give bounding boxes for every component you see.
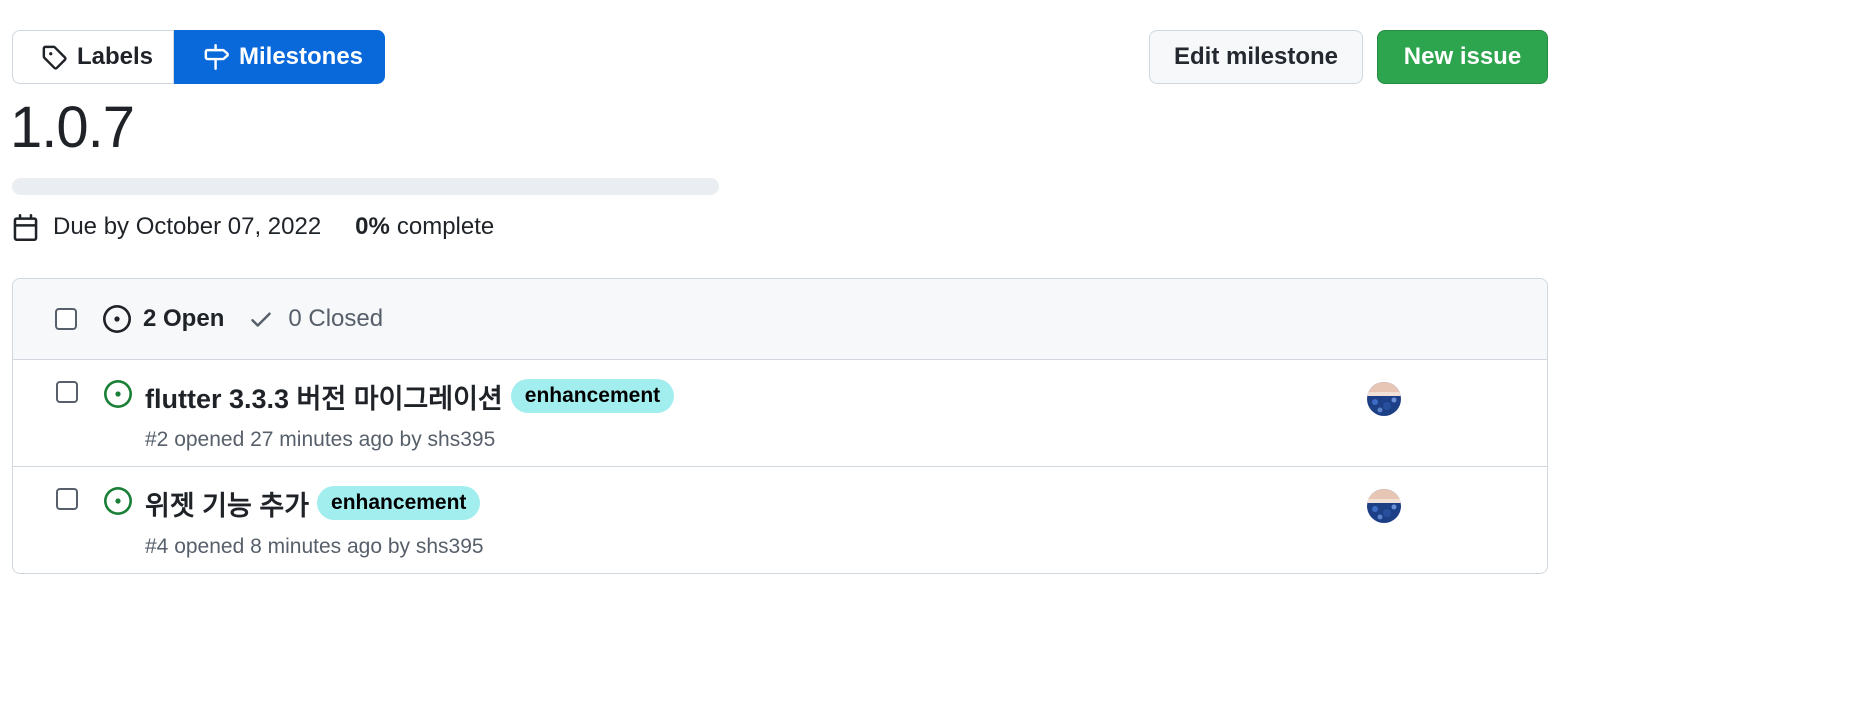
issue-checkbox[interactable] bbox=[56, 381, 78, 403]
milestone-actions: Edit milestone New issue bbox=[1149, 30, 1548, 84]
closed-issues-filter[interactable]: 0 Closed bbox=[248, 305, 383, 333]
issue-title-link[interactable]: 위젯 기능 추가 bbox=[145, 484, 309, 523]
select-all-checkbox[interactable] bbox=[55, 308, 77, 330]
milestone-meta: Due by October 07, 2022 0% complete bbox=[12, 210, 494, 244]
assignee-avatar[interactable] bbox=[1367, 382, 1401, 416]
closed-issues-count: 0 Closed bbox=[288, 305, 384, 332]
issues-box-header: 2 Open 0 Closed bbox=[13, 279, 1547, 360]
labels-milestones-subnav: Labels Milestones bbox=[12, 30, 385, 84]
issue-checkbox[interactable] bbox=[56, 488, 78, 510]
open-issues-filter[interactable]: 2 Open bbox=[103, 305, 224, 333]
enhancement-label[interactable]: enhancement bbox=[510, 379, 675, 413]
check-icon bbox=[251, 312, 272, 327]
milestones-tab[interactable]: Milestones bbox=[174, 30, 385, 84]
open-issues-count: 2 Open bbox=[143, 305, 225, 332]
avatar-image bbox=[1367, 489, 1401, 523]
assignee-avatar[interactable] bbox=[1367, 489, 1401, 523]
percent-complete: 0% bbox=[355, 213, 390, 240]
due-date-text: Due by October 07, 2022 bbox=[53, 213, 322, 240]
issue-opened-icon bbox=[103, 305, 131, 333]
labels-tab-label: Labels bbox=[77, 43, 154, 70]
issue-title-line: flutter 3.3.3 버전 마이그레이션 enhancement bbox=[145, 377, 675, 416]
milestone-progress-bar bbox=[12, 178, 719, 195]
issue-meta: #4 opened 8 minutes ago by shs395 bbox=[145, 535, 484, 558]
milestone-title: 1.0.7 bbox=[10, 95, 135, 160]
complete-label: complete bbox=[396, 213, 495, 240]
tag-icon bbox=[42, 45, 67, 70]
new-issue-button[interactable]: New issue bbox=[1377, 30, 1548, 84]
issue-row: flutter 3.3.3 버전 마이그레이션 enhancement #2 o… bbox=[13, 360, 1547, 467]
enhancement-label[interactable]: enhancement bbox=[317, 486, 481, 520]
issue-row: 위젯 기능 추가 enhancement #4 opened 8 minutes… bbox=[13, 467, 1547, 573]
milestones-tab-label: Milestones bbox=[239, 43, 364, 70]
calendar-icon bbox=[13, 213, 38, 241]
edit-milestone-button[interactable]: Edit milestone bbox=[1149, 30, 1363, 84]
issue-title-line: 위젯 기능 추가 enhancement bbox=[145, 484, 481, 523]
avatar-image bbox=[1367, 382, 1401, 416]
issues-box: 2 Open 0 Closed flutter 3.3.3 버전 마이그레이션 … bbox=[12, 278, 1548, 574]
milestone-icon bbox=[204, 44, 229, 70]
issue-opened-icon bbox=[104, 380, 132, 408]
issue-meta: #2 opened 27 minutes ago by shs395 bbox=[145, 428, 496, 451]
issue-opened-icon bbox=[104, 487, 132, 515]
issue-title-link[interactable]: flutter 3.3.3 버전 마이그레이션 bbox=[145, 377, 503, 416]
labels-tab[interactable]: Labels bbox=[12, 30, 174, 84]
